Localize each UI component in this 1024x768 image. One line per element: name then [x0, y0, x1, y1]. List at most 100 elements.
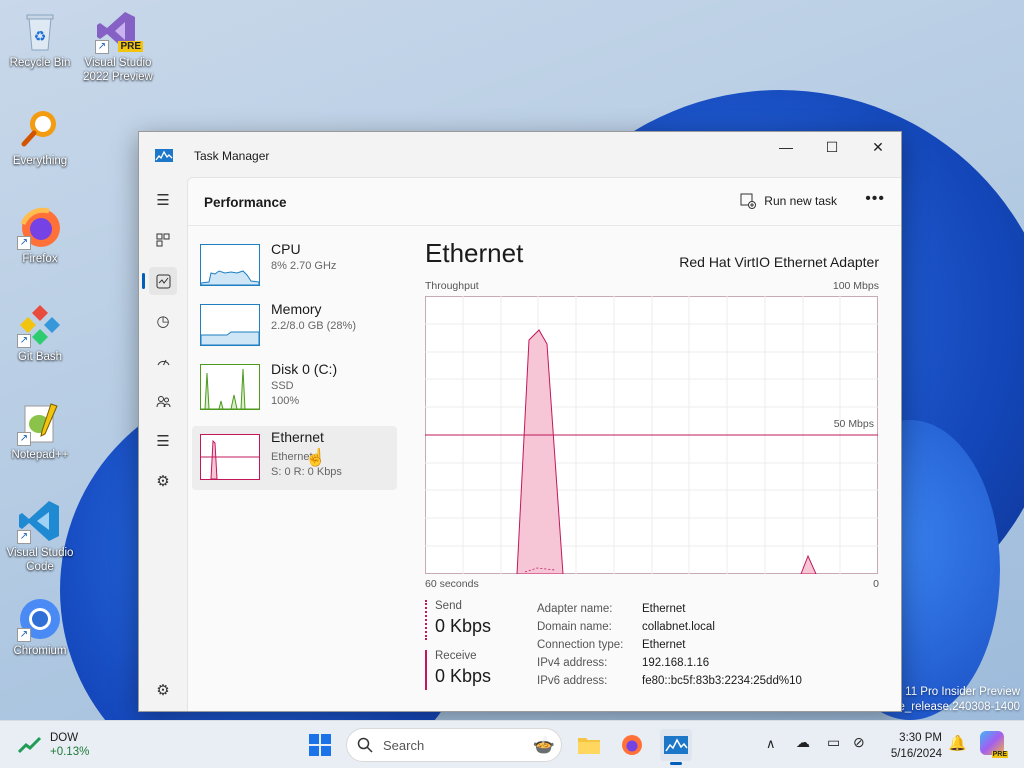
startup-apps-icon[interactable]	[149, 347, 177, 375]
property-key: Connection type:	[537, 639, 624, 651]
adapter-model: Red Hat VirtIO Ethernet Adapter	[679, 254, 879, 270]
everything-search-icon	[17, 106, 63, 152]
performance-icon[interactable]	[149, 267, 177, 295]
notification-bell-icon[interactable]: 🔔	[948, 734, 967, 752]
perf-item-disk[interactable]: Disk 0 (C:) SSD 100%	[192, 358, 397, 428]
desktop-icon-label: Firefox	[22, 253, 58, 265]
property-row: Domain name: collabnet.local	[537, 618, 802, 636]
property-row: IPv4 address: 192.168.1.16	[537, 654, 802, 672]
stock-change: +0.13%	[50, 746, 90, 758]
graph-mid-label: 50 Mbps	[833, 418, 874, 430]
window-title: Task Manager	[194, 149, 270, 163]
system-clock[interactable]: 3:30 PM 5/16/2024	[891, 730, 942, 762]
run-new-task-label: Run new task	[764, 194, 837, 208]
desktop-icon-recycle-bin[interactable]: ♻ Recycle Bin	[0, 8, 80, 70]
perf-item-name: Memory	[271, 301, 322, 317]
memory-thumbnail	[200, 304, 260, 346]
clock-date: 5/16/2024	[890, 748, 942, 760]
show-hidden-icons-chevron-icon[interactable]: ∧	[766, 736, 776, 752]
perf-item-name: Ethernet	[271, 429, 324, 445]
stock-name: DOW	[50, 732, 79, 744]
shortcut-arrow-icon: ↗	[17, 236, 31, 250]
file-explorer-button[interactable]	[573, 729, 605, 761]
recycle-bin-icon: ♻	[17, 8, 63, 54]
svg-text:♻: ♻	[34, 28, 47, 44]
desktop-icon-vscode[interactable]: ↗ Visual Studio Code	[0, 498, 80, 574]
ethernet-thumbnail	[200, 434, 260, 480]
run-task-icon	[740, 193, 757, 209]
users-icon[interactable]	[149, 387, 177, 415]
desktop-icon-label: Recycle Bin	[9, 57, 71, 69]
processes-icon[interactable]	[149, 226, 177, 254]
start-button[interactable]	[304, 729, 336, 761]
desktop-icon-git-bash[interactable]: ↗ Git Bash	[0, 302, 80, 364]
stock-widget[interactable]: DOW +0.13%	[18, 731, 89, 759]
perf-item-sub: SSD	[271, 380, 294, 392]
graph-zero-label: 0	[873, 578, 879, 590]
services-icon[interactable]: ⚙	[149, 467, 177, 495]
details-icon[interactable]: ☰	[149, 427, 177, 455]
desktop-icon-everything[interactable]: Everything	[0, 106, 80, 168]
desktop-icon-firefox[interactable]: ↗ Firefox	[0, 204, 80, 266]
search-placeholder: Search	[383, 737, 425, 753]
graph-max-label: 100 Mbps	[832, 280, 879, 292]
property-value: collabnet.local	[642, 621, 715, 633]
watermark-line-2: e_release.240308-1400	[898, 701, 1021, 713]
title-bar[interactable]: Task Manager — ☐ ✕	[139, 132, 901, 177]
receive-label: Receive	[435, 650, 477, 662]
firefox-icon	[622, 735, 642, 755]
active-indicator	[670, 762, 682, 765]
property-value: Ethernet	[642, 603, 686, 615]
settings-icon[interactable]: ⚙	[149, 676, 177, 704]
minimize-button[interactable]: —	[763, 132, 809, 162]
disk-thumbnail	[200, 364, 260, 410]
task-manager-app-icon	[155, 149, 173, 162]
onedrive-offline-icon[interactable]: ☁	[796, 734, 810, 751]
shortcut-arrow-icon: ↗	[17, 334, 31, 348]
more-options-button[interactable]: •••	[865, 190, 885, 208]
pre-badge: PRE	[118, 41, 143, 52]
property-key: IPv4 address:	[537, 657, 608, 669]
display-icon[interactable]: ▭	[827, 734, 840, 751]
network-status-icon[interactable]: ⊘	[853, 734, 865, 751]
task-manager-taskbar-button[interactable]	[660, 729, 692, 765]
content-pane: Performance Run new task ••• CPU 8% 2.70…	[187, 177, 901, 711]
desktop-icon-label: Visual Studio 2022 Preview	[83, 57, 153, 83]
chromium-icon: ↗	[17, 596, 63, 642]
perf-item-ethernet[interactable]: Ethernet Ethernet S: 0 R: 0 Kbps ☝	[192, 426, 397, 490]
app-history-icon[interactable]: ◷	[149, 307, 177, 335]
property-key: IPv6 address:	[537, 675, 608, 687]
perf-item-cpu[interactable]: CPU 8% 2.70 GHz	[192, 238, 397, 302]
perf-item-memory[interactable]: Memory 2.2/8.0 GB (28%)	[192, 298, 397, 362]
task-manager-icon	[664, 736, 688, 754]
folder-icon	[578, 738, 600, 754]
desktop-icon-label: Everything	[12, 155, 68, 167]
desktop-icon-label: Notepad++	[11, 449, 69, 461]
task-manager-window: Task Manager — ☐ ✕ ☰ ◷ ☰ ⚙ ⚙ Performance	[138, 131, 902, 712]
search-highlight-icon: 🍲	[532, 734, 555, 755]
hamburger-menu-icon[interactable]: ☰	[149, 186, 177, 214]
property-key: Domain name:	[537, 621, 612, 633]
adapter-properties: Adapter name: Ethernet Domain name: collab…	[537, 600, 802, 690]
desktop-icon-visual-studio-preview[interactable]: PRE ↗ Visual Studio 2022 Preview	[78, 8, 158, 84]
run-new-task-button[interactable]: Run new task	[740, 193, 837, 209]
close-button[interactable]: ✕	[855, 132, 901, 162]
send-label: Send	[435, 600, 462, 612]
maximize-button[interactable]: ☐	[809, 132, 855, 162]
cpu-thumbnail	[200, 244, 260, 286]
taskbar: DOW +0.13% Search 🍲 ∧ ☁ ▭ ⊘ 3:30 PM 5/16…	[0, 720, 1024, 768]
desktop-icon-chromium[interactable]: ↗ Chromium	[0, 596, 80, 658]
detail-title: Ethernet	[425, 238, 524, 268]
vscode-icon: ↗	[17, 498, 63, 544]
send-stat: Send 0 Kbps	[425, 600, 491, 640]
property-value: fe80::bc5f:83b3:2234:25dd%10	[642, 675, 802, 687]
desktop-icon-label: Git Bash	[17, 351, 63, 363]
desktop-icon-notepad-plus-plus[interactable]: ↗ Notepad++	[0, 400, 80, 462]
property-row: Adapter name: Ethernet	[537, 600, 802, 618]
git-bash-icon: ↗	[17, 302, 63, 348]
copilot-preview-icon[interactable]: PRE	[980, 731, 1008, 758]
property-row: Connection type: Ethernet	[537, 636, 802, 654]
perf-item-name: Disk 0 (C:)	[271, 361, 338, 377]
firefox-taskbar-button[interactable]	[616, 729, 648, 761]
taskbar-search[interactable]: Search 🍲	[346, 728, 562, 762]
